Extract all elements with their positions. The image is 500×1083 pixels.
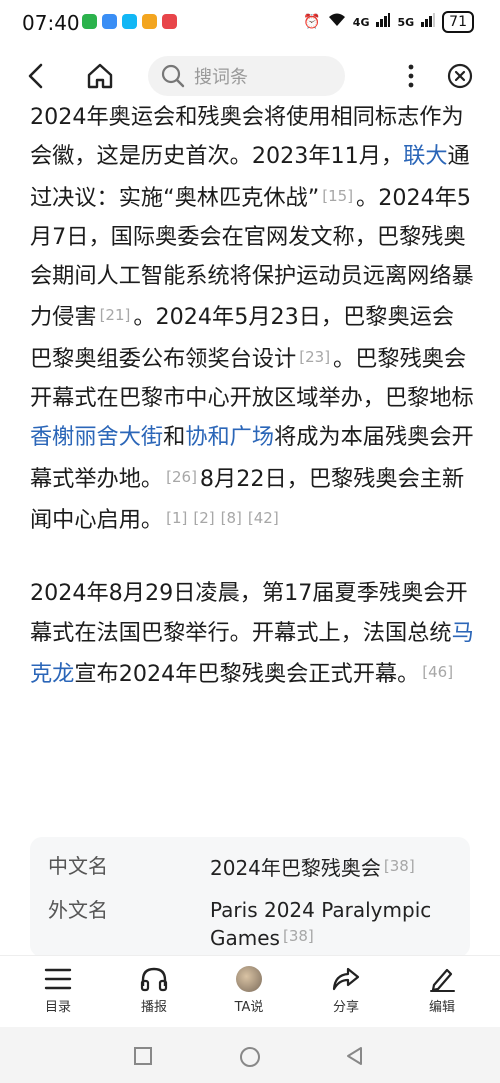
contents-button[interactable]: 目录 — [23, 966, 93, 1015]
triangle-back-icon — [347, 1047, 362, 1065]
status-indicators: ⏰ 4G 5G 71 — [303, 11, 474, 33]
reference-link[interactable]: [23] — [299, 348, 330, 366]
system-back-button[interactable] — [345, 1046, 365, 1070]
share-label: 分享 — [332, 1000, 359, 1015]
list-icon — [44, 968, 72, 990]
search-placeholder: 搜词条 — [194, 67, 248, 88]
reference-link[interactable]: [38] — [384, 857, 415, 875]
network-5g-label: 5G — [397, 15, 415, 29]
contents-label: 目录 — [44, 1000, 71, 1015]
more-vertical-icon — [408, 64, 414, 88]
signal-5g-icon — [421, 13, 436, 31]
recent-apps-button[interactable] — [133, 1046, 153, 1070]
ta-says-label: TA说 — [234, 1000, 264, 1015]
reference-link[interactable]: [21] — [100, 306, 131, 324]
article-text: 宣布2024年巴黎残奥会正式开幕。 — [74, 660, 420, 687]
more-menu-button[interactable] — [391, 56, 431, 96]
reference-link[interactable]: [26] — [166, 468, 197, 486]
article-text: 和 — [163, 424, 186, 451]
article-paragraph-2: 2024年8月29日凌晨，第17届夏季残奥会开幕式在法国巴黎举行。开幕式上，法国… — [30, 574, 475, 694]
wifi-icon — [328, 13, 346, 31]
close-button[interactable] — [440, 56, 480, 96]
back-arrow-icon — [28, 63, 43, 89]
broadcast-button[interactable]: 播报 — [119, 966, 189, 1015]
network-4g-label: 4G — [352, 15, 370, 29]
infobox-value: Paris 2024 Paralympic Games [38] — [210, 898, 432, 950]
article-text: 2024年奥运会和残奥会将使用相同标志作为会徽，这是历史首次。2023年11月， — [30, 104, 464, 170]
edit-button[interactable]: 编辑 — [407, 966, 477, 1015]
headphones-icon — [140, 967, 168, 992]
search-bar[interactable]: 搜词条 — [148, 56, 345, 96]
reference-link[interactable]: [2] — [193, 509, 214, 527]
article-link[interactable]: 联大 — [403, 143, 447, 169]
broadcast-label: 播报 — [140, 1000, 167, 1015]
reference-link[interactable]: [38] — [283, 927, 314, 945]
bottom-toolbar: 目录 播报 TA说 分享 编辑 — [0, 955, 500, 1028]
system-navigation-bar — [0, 1027, 500, 1083]
news-notification-icon — [162, 14, 177, 29]
battery-indicator: 71 — [442, 11, 474, 33]
qq-notification-icon — [122, 14, 137, 29]
article-link[interactable]: 香榭丽舍大街 — [30, 424, 163, 450]
square-icon — [134, 1047, 152, 1065]
infobox-key: 中文名 — [48, 854, 108, 878]
reference-link[interactable]: [1] — [166, 509, 187, 527]
app-notification-icon — [102, 14, 117, 29]
edit-label: 编辑 — [428, 1000, 455, 1015]
status-time: 07:40 — [22, 11, 80, 35]
ta-says-button[interactable]: TA说 — [214, 966, 284, 1015]
notification-icons — [82, 14, 177, 29]
circle-icon — [240, 1047, 260, 1067]
article-text: 2024年8月29日凌晨，第17届夏季残奥会开幕式在法国巴黎举行。开幕式上，法国… — [30, 580, 468, 646]
alarm-icon: ⏰ — [303, 14, 321, 30]
signal-4g-icon — [376, 13, 391, 31]
infobox-key: 外文名 — [48, 898, 108, 922]
search-icon — [161, 64, 185, 88]
back-button[interactable] — [16, 56, 56, 96]
top-navbar: 搜词条 — [0, 48, 500, 104]
infobox: 中文名 2024年巴黎残奥会 [38] 外文名 Paris 2024 Paraly… — [30, 837, 470, 957]
home-icon — [87, 63, 113, 89]
edit-pencil-icon — [430, 968, 455, 992]
share-button[interactable]: 分享 — [311, 966, 381, 1015]
reference-link[interactable]: [42] — [248, 509, 279, 527]
video-notification-icon — [142, 14, 157, 29]
system-home-button[interactable] — [239, 1046, 261, 1072]
close-circle-icon — [447, 63, 473, 89]
status-bar: 07:40 ⏰ 4G 5G 71 — [0, 0, 500, 48]
reference-link[interactable]: [46] — [422, 663, 453, 681]
share-icon — [332, 967, 360, 991]
article-body: 2024年奥运会和残奥会将使用相同标志作为会徽，这是历史首次。2023年11月，… — [30, 98, 475, 694]
infobox-value: 2024年巴黎残奥会 [38] — [210, 856, 415, 880]
reference-link[interactable]: [8] — [221, 509, 242, 527]
avatar — [236, 966, 262, 992]
reference-link[interactable]: [15] — [322, 187, 353, 205]
article-link[interactable]: 协和广场 — [185, 424, 274, 450]
wechat-notification-icon — [82, 14, 97, 29]
article-paragraph-1: 2024年奥运会和残奥会将使用相同标志作为会徽，这是历史首次。2023年11月，… — [30, 98, 475, 540]
home-button[interactable] — [80, 56, 120, 96]
